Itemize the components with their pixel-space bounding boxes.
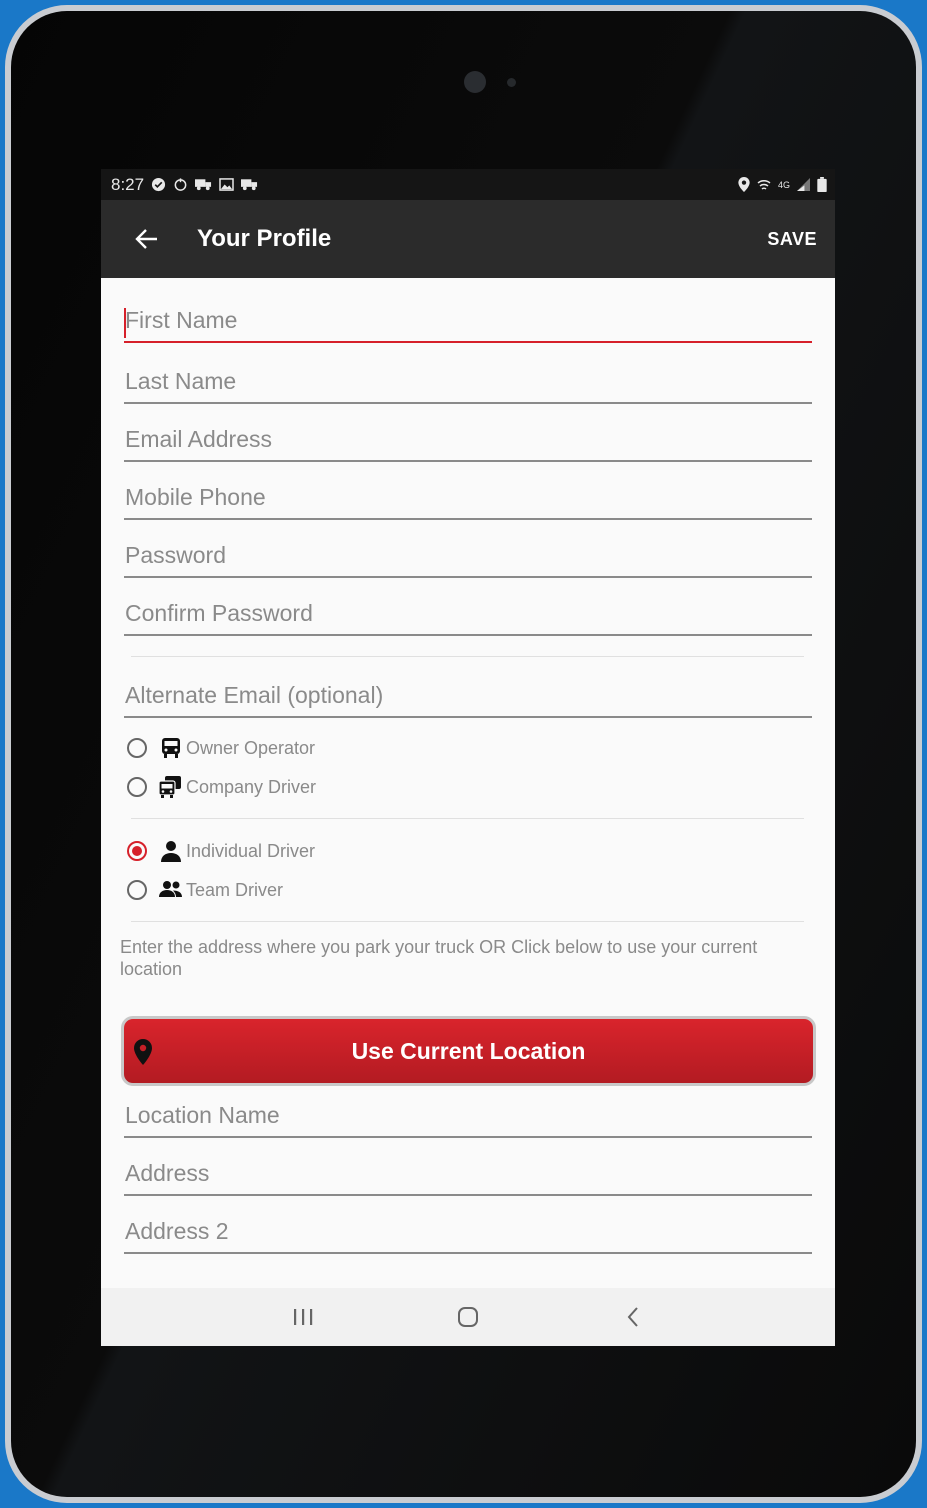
radio-button[interactable] xyxy=(127,880,147,900)
radio-team-driver[interactable]: Team Driver xyxy=(127,875,283,905)
system-nav-bar xyxy=(101,1288,835,1346)
wifi-icon xyxy=(757,179,771,190)
text-cursor xyxy=(124,308,126,338)
person-icon xyxy=(158,839,184,863)
radio-owner-operator[interactable]: Owner Operator xyxy=(127,733,315,763)
camera-icon xyxy=(464,71,486,93)
radio-label: Individual Driver xyxy=(186,840,316,861)
location-name-input[interactable] xyxy=(124,1098,812,1136)
truck-icon xyxy=(195,179,212,191)
bus-icon xyxy=(158,736,184,760)
password-field[interactable] xyxy=(124,538,812,578)
page-title: Your Profile xyxy=(197,225,332,252)
nav-back-button[interactable] xyxy=(611,1295,655,1339)
recents-icon xyxy=(294,1309,313,1325)
location-hint: Enter the address where you park your tr… xyxy=(120,937,758,979)
status-right: 4G xyxy=(738,177,827,192)
alternate-email-field[interactable] xyxy=(124,678,812,718)
address-2-field[interactable] xyxy=(124,1214,812,1254)
first-name-input[interactable] xyxy=(124,303,812,341)
use-current-location-label: Use Current Location xyxy=(351,1037,586,1064)
signal-icon xyxy=(797,178,810,191)
radio-individual-driver[interactable]: Individual Driver xyxy=(127,836,315,866)
sync-icon xyxy=(174,178,187,191)
network-label: 4G xyxy=(777,179,790,190)
password-input[interactable] xyxy=(124,538,812,576)
sensor-icon xyxy=(507,78,516,87)
section-divider xyxy=(131,921,804,922)
status-left: 8:27 xyxy=(111,175,258,195)
chevron-left-icon xyxy=(627,1307,638,1327)
last-name-field[interactable] xyxy=(124,364,812,404)
mobile-phone-input[interactable] xyxy=(124,480,812,518)
home-button[interactable] xyxy=(446,1295,490,1339)
alternate-email-input[interactable] xyxy=(124,678,812,716)
save-button[interactable]: SAVE xyxy=(767,229,817,250)
address-2-input[interactable] xyxy=(124,1214,812,1252)
people-icon xyxy=(158,878,184,902)
section-divider xyxy=(131,656,804,657)
arrow-left-icon xyxy=(135,229,157,249)
app-bar: Your Profile SAVE xyxy=(101,200,835,278)
status-bar: 8:27 4G xyxy=(101,169,835,200)
home-icon xyxy=(457,1307,478,1327)
check-circle-icon xyxy=(152,177,166,192)
status-time: 8:27 xyxy=(111,174,145,194)
radio-button[interactable] xyxy=(127,738,147,758)
radio-button[interactable] xyxy=(127,777,147,797)
recent-apps-button[interactable] xyxy=(281,1295,325,1339)
use-current-location-button[interactable]: Use Current Location xyxy=(121,1016,816,1086)
email-field[interactable] xyxy=(124,422,812,462)
address-field[interactable] xyxy=(124,1156,812,1196)
app-screen: 8:27 4G Your Profile SAVE First Name Las… xyxy=(101,169,835,1346)
address-input[interactable] xyxy=(124,1156,812,1194)
section-divider xyxy=(131,818,804,819)
truck-icon xyxy=(241,179,258,191)
image-icon xyxy=(219,178,234,191)
radio-company-driver[interactable]: Company Driver xyxy=(127,772,316,802)
mobile-phone-field[interactable] xyxy=(124,480,812,520)
back-button[interactable] xyxy=(131,223,163,255)
confirm-password-input[interactable] xyxy=(124,596,812,634)
truck-fleet-icon xyxy=(158,775,184,799)
email-input[interactable] xyxy=(124,422,812,460)
radio-label: Company Driver xyxy=(186,776,317,797)
battery-icon xyxy=(817,177,827,192)
first-name-field[interactable] xyxy=(124,303,812,343)
radio-button[interactable] xyxy=(127,841,147,861)
location-name-field[interactable] xyxy=(124,1098,812,1138)
location-icon xyxy=(738,177,750,192)
radio-label: Owner Operator xyxy=(186,737,316,758)
radio-label: Team Driver xyxy=(186,879,284,900)
last-name-input[interactable] xyxy=(124,364,812,402)
confirm-password-field[interactable] xyxy=(124,596,812,636)
map-pin-icon xyxy=(134,1039,152,1065)
